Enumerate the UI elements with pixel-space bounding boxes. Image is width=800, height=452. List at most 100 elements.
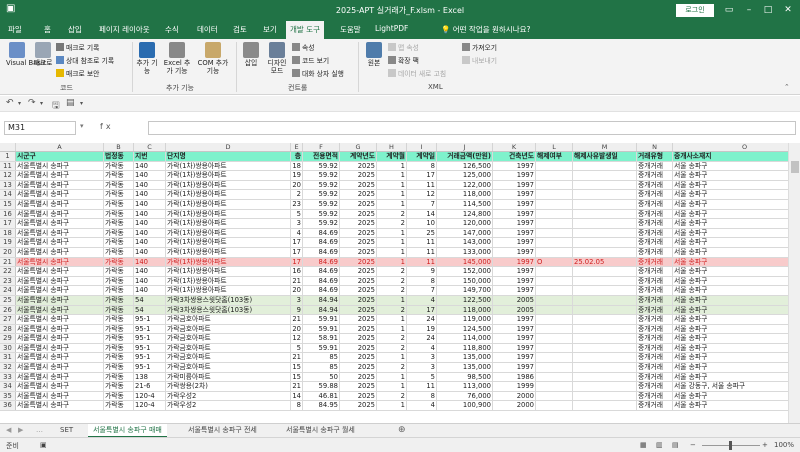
row-header[interactable]: 32: [0, 363, 16, 372]
row-header[interactable]: 27: [0, 315, 16, 324]
cell-L[interactable]: [536, 199, 573, 209]
cell-A[interactable]: 서울특별시 송파구: [16, 343, 104, 353]
cell-O[interactable]: 서울 송파구: [673, 295, 800, 305]
cell-N[interactable]: 중개거래: [637, 305, 673, 315]
row-header[interactable]: 29: [0, 334, 16, 343]
cell-A[interactable]: 서울특별시 송파구: [16, 171, 104, 180]
cell-I[interactable]: 7: [407, 199, 437, 209]
cell-F[interactable]: 85: [303, 363, 340, 372]
cell-K[interactable]: 1997: [493, 267, 536, 276]
cell-I[interactable]: 24: [407, 315, 437, 324]
cell-E[interactable]: 14: [291, 391, 303, 401]
maximize-icon[interactable]: □: [761, 3, 775, 17]
cell-I[interactable]: 계약일: [407, 152, 437, 161]
cell-E[interactable]: 5: [291, 209, 303, 219]
cell-D[interactable]: 가락(1차)쌍용아파트: [166, 161, 291, 171]
cell-A[interactable]: 서울특별시 송파구: [16, 228, 104, 238]
cell-L[interactable]: [536, 267, 573, 276]
column-header-G[interactable]: G: [340, 143, 377, 151]
tab-2[interactable]: 삽입: [68, 24, 82, 35]
cell-O[interactable]: 서울 송파구: [673, 181, 800, 190]
cell-J[interactable]: 150,000: [437, 276, 493, 286]
cell-O[interactable]: 서울 송파구: [673, 200, 800, 209]
cell-D[interactable]: 가락금호아파트: [166, 353, 291, 363]
zoom-out-icon[interactable]: −: [690, 441, 696, 449]
cell-N[interactable]: 중개거래: [637, 401, 673, 411]
cell-E[interactable]: 5: [291, 343, 303, 353]
cell-E[interactable]: 18: [291, 161, 303, 171]
cell-J[interactable]: 149,700: [437, 286, 493, 295]
cell-D[interactable]: 가락우성2: [166, 391, 291, 401]
cell-J[interactable]: 98,500: [437, 372, 493, 382]
cell-M[interactable]: [573, 276, 637, 286]
cell-K[interactable]: 2000: [493, 401, 536, 411]
vertical-scrollbar[interactable]: [788, 143, 800, 423]
view-code-button[interactable]: 코드 보기: [292, 55, 329, 65]
cell-B[interactable]: 가락동: [104, 324, 134, 334]
cell-F[interactable]: 59.92: [303, 199, 340, 209]
cell-M[interactable]: [573, 391, 637, 401]
cell-I[interactable]: 9: [407, 267, 437, 276]
cell-D[interactable]: 가락3차쌍용스윗닷홈(103동): [166, 295, 291, 305]
cell-B[interactable]: 가락동: [104, 180, 134, 190]
cell-G[interactable]: 2025: [340, 190, 377, 199]
row-header[interactable]: 31: [0, 353, 16, 363]
row-header[interactable]: 22: [0, 267, 16, 276]
scroll-thumb[interactable]: [791, 161, 799, 173]
cell-D[interactable]: 가락3차쌍용스윗닷홈(103동): [166, 305, 291, 315]
cell-O[interactable]: 서울 송파구: [673, 334, 800, 343]
cell-N[interactable]: 중개거래: [637, 228, 673, 238]
cell-O[interactable]: 서울 송파구: [673, 392, 800, 401]
cell-A[interactable]: 서울특별시 송파구: [16, 267, 104, 276]
cell-C[interactable]: 140: [134, 171, 166, 180]
cell-D[interactable]: 가락(1차)쌍용아파트: [166, 267, 291, 276]
cell-J[interactable]: 76,000: [437, 391, 493, 401]
row-header[interactable]: 12: [0, 171, 16, 180]
tab-7[interactable]: 보기: [263, 24, 277, 35]
cell-L[interactable]: [536, 315, 573, 324]
cell-L[interactable]: [536, 334, 573, 343]
cell-N[interactable]: 중개거래: [637, 199, 673, 209]
cell-J[interactable]: 122,500: [437, 295, 493, 305]
cell-I[interactable]: 10: [407, 219, 437, 228]
cell-F[interactable]: 84.69: [303, 228, 340, 238]
cell-J[interactable]: 124,500: [437, 324, 493, 334]
cell-I[interactable]: 11: [407, 382, 437, 391]
cell-I[interactable]: 8: [407, 276, 437, 286]
cell-F[interactable]: 84.69: [303, 267, 340, 276]
cell-B[interactable]: 가락동: [104, 161, 134, 171]
cell-J[interactable]: 114,500: [437, 199, 493, 209]
cell-E[interactable]: 8: [291, 401, 303, 411]
cell-A[interactable]: 서울특별시 송파구: [16, 199, 104, 209]
cell-J[interactable]: 거래금액(만원): [437, 152, 493, 161]
column-header-N[interactable]: N: [637, 143, 673, 151]
cell-H[interactable]: 2: [377, 343, 407, 353]
cell-C[interactable]: 140: [134, 267, 166, 276]
tab-4[interactable]: 수식: [165, 24, 179, 35]
cell-E[interactable]: 4: [291, 228, 303, 238]
cell-L[interactable]: [536, 353, 573, 363]
cell-C[interactable]: 138: [134, 372, 166, 382]
row-header[interactable]: 35: [0, 391, 16, 401]
cell-O[interactable]: 서울 송파구: [673, 257, 800, 267]
cell-O[interactable]: 서울 송파구: [673, 305, 800, 315]
cell-O[interactable]: 서울 송파구: [673, 353, 800, 362]
column-header-J[interactable]: J: [437, 143, 493, 151]
cell-H[interactable]: 2: [377, 391, 407, 401]
cell-C[interactable]: 95-1: [134, 363, 166, 372]
cell-L[interactable]: [536, 238, 573, 247]
cell-F[interactable]: 84.69: [303, 276, 340, 286]
cell-C[interactable]: 140: [134, 180, 166, 190]
cell-L[interactable]: [536, 305, 573, 315]
cell-G[interactable]: 2025: [340, 228, 377, 238]
column-header-D[interactable]: D: [166, 143, 291, 151]
expansion-packs-button[interactable]: 확장 팩: [388, 55, 419, 65]
cell-F[interactable]: 59.92: [303, 219, 340, 228]
cell-G[interactable]: 2025: [340, 161, 377, 171]
cell-L[interactable]: [536, 363, 573, 372]
cell-N[interactable]: 거래유형: [637, 152, 673, 161]
row-header[interactable]: 14: [0, 190, 16, 199]
cell-D[interactable]: 가락(1차)쌍용아파트: [166, 171, 291, 180]
cell-O[interactable]: 서울 강동구, 서울 송파구: [673, 382, 800, 391]
cell-F[interactable]: 84.69: [303, 257, 340, 267]
